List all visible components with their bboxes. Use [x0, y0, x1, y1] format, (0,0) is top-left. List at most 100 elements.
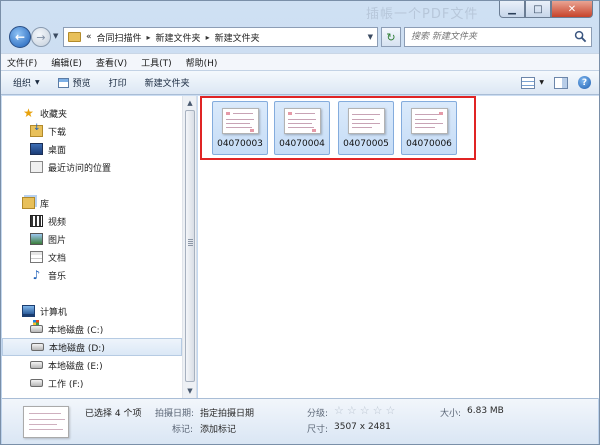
- nav-item-documents[interactable]: 文档: [2, 248, 182, 266]
- rating-stars[interactable]: ☆ ☆ ☆ ☆ ☆: [334, 405, 396, 416]
- chevron-right-icon[interactable]: ▸: [147, 33, 151, 42]
- maximize-button[interactable]: □: [525, 1, 551, 18]
- address-bar[interactable]: « 合同扫描件 ▸ 新建文件夹 ▸ 新建文件夹 ▼: [63, 27, 378, 47]
- nav-favorites[interactable]: ★ 收藏夹: [2, 104, 182, 122]
- forward-button[interactable]: →: [31, 27, 51, 47]
- tags-value[interactable]: 添加标记: [200, 422, 236, 435]
- image-thumbnail-icon: [222, 108, 259, 134]
- nav-item-music[interactable]: ♪ 音乐: [2, 266, 182, 284]
- title-watermark: 插帳一个PDF文件: [366, 7, 479, 22]
- file-name: 04070003: [217, 139, 263, 149]
- file-item[interactable]: 04070005: [338, 101, 394, 155]
- file-name: 04070005: [343, 139, 389, 149]
- nav-item-drive-c[interactable]: 本地磁盘 (C:): [2, 320, 182, 338]
- scroll-up-icon[interactable]: ▲: [183, 96, 196, 110]
- desktop-icon: [30, 143, 43, 155]
- file-name: 04070006: [406, 139, 452, 149]
- date-taken-key: 拍摄日期:: [155, 409, 195, 419]
- nav-item-label: 图片: [48, 235, 67, 246]
- toolbar-right: ▼ ?: [521, 76, 591, 89]
- pictures-icon: [30, 233, 43, 245]
- address-row: ← → ▼ « 合同扫描件 ▸ 新建文件夹 ▸ 新建文件夹 ▼ ↻: [1, 23, 599, 51]
- breadcrumb-2[interactable]: 新建文件夹: [156, 31, 201, 44]
- file-list[interactable]: 04070003 04070004 04070005 04070006: [198, 96, 599, 398]
- preview-pane-icon[interactable]: [554, 76, 568, 89]
- system-drive-icon: [30, 320, 43, 333]
- scroll-down-icon[interactable]: ▼: [183, 384, 196, 398]
- nav-item-desktop[interactable]: 桌面: [2, 140, 182, 158]
- nav-item-downloads[interactable]: 下载: [2, 122, 182, 140]
- menu-tools[interactable]: 工具(T): [141, 56, 172, 69]
- title-bar[interactable]: 插帳一个PDF文件 ▁ □ ✕: [1, 1, 599, 22]
- image-thumbnail-icon: [348, 108, 385, 134]
- nav-item-pictures[interactable]: 图片: [2, 230, 182, 248]
- nav-item-label: 本地磁盘 (D:): [49, 343, 105, 354]
- nav-item-drive-e[interactable]: 本地磁盘 (E:): [2, 356, 182, 374]
- nav-item-recent[interactable]: 最近访问的位置: [2, 158, 182, 176]
- nav-scrollbar[interactable]: ▲ ▼: [182, 96, 196, 398]
- menu-help[interactable]: 帮助(H): [186, 56, 218, 69]
- address-overflow[interactable]: «: [86, 32, 92, 42]
- command-bar: 组织 ▼ 预览 打印 新建文件夹 ▼ ?: [1, 70, 599, 95]
- preview-icon: [57, 77, 69, 88]
- new-folder-button[interactable]: 新建文件夹: [145, 76, 190, 89]
- file-item[interactable]: 04070004: [274, 101, 330, 155]
- date-taken-value[interactable]: 指定拍摄日期: [200, 406, 254, 419]
- menu-view[interactable]: 查看(V): [96, 56, 127, 69]
- back-button[interactable]: ←: [9, 26, 31, 48]
- search-input[interactable]: [405, 28, 570, 46]
- nav-item-videos[interactable]: 视频: [2, 212, 182, 230]
- chevron-down-icon: ▼: [35, 79, 40, 86]
- minimize-button[interactable]: ▁: [499, 1, 525, 18]
- print-button[interactable]: 打印: [109, 76, 127, 89]
- drive-icon: [30, 379, 43, 387]
- address-dropdown-icon[interactable]: ▼: [368, 33, 373, 41]
- nav-item-label: 下载: [48, 127, 67, 138]
- nav-item-drive-f[interactable]: 工作 (F:): [2, 374, 182, 392]
- forward-arrow-icon: →: [36, 30, 46, 44]
- organize-label: 组织: [13, 79, 32, 89]
- maximize-icon: □: [533, 3, 543, 15]
- recent-pages-dropdown[interactable]: ▼: [53, 32, 58, 40]
- view-dropdown-icon[interactable]: ▼: [539, 79, 544, 86]
- size-key: 大小:: [440, 409, 462, 419]
- search-icon[interactable]: [574, 30, 587, 43]
- documents-icon: [30, 251, 43, 263]
- breadcrumb-1[interactable]: 合同扫描件: [97, 31, 142, 44]
- library-icon: [22, 197, 35, 209]
- change-view-icon[interactable]: [521, 76, 536, 89]
- nav-item-label: 本地磁盘 (E:): [48, 361, 103, 372]
- star-icon[interactable]: ☆: [360, 405, 370, 416]
- preview-button[interactable]: 预览: [57, 76, 91, 89]
- nav-item-label: 本地磁盘 (C:): [48, 325, 104, 336]
- minimize-icon: ▁: [508, 3, 516, 15]
- nav-item-label: 音乐: [48, 271, 67, 282]
- new-folder-label: 新建文件夹: [144, 79, 190, 89]
- preview-label: 预览: [72, 79, 91, 89]
- nav-libraries[interactable]: 库: [2, 194, 182, 212]
- star-icon: ★: [23, 106, 34, 120]
- search-box[interactable]: [404, 27, 592, 47]
- nav-item-label: 文档: [48, 253, 67, 264]
- image-thumbnail-icon: [284, 108, 321, 134]
- file-item[interactable]: 04070003: [212, 101, 268, 155]
- chevron-right-icon[interactable]: ▸: [206, 33, 210, 42]
- menu-edit[interactable]: 编辑(E): [51, 56, 82, 69]
- scrollbar-thumb[interactable]: [185, 110, 195, 382]
- organize-button[interactable]: 组织 ▼: [13, 76, 40, 89]
- refresh-button[interactable]: ↻: [381, 27, 401, 47]
- nav-computer-label: 计算机: [40, 307, 68, 318]
- close-button[interactable]: ✕: [551, 1, 593, 18]
- nav-item-label: 桌面: [48, 145, 67, 156]
- help-icon[interactable]: ?: [578, 76, 591, 89]
- nav-item-drive-d[interactable]: 本地磁盘 (D:): [2, 338, 182, 356]
- star-icon[interactable]: ☆: [334, 405, 344, 416]
- explorer-window: 插帳一个PDF文件 ▁ □ ✕ ← → ▼ « 合同扫描件 ▸ 新建文件夹 ▸ …: [0, 0, 600, 445]
- nav-computer[interactable]: 计算机: [2, 302, 182, 320]
- file-item[interactable]: 04070006: [401, 101, 457, 155]
- menu-file[interactable]: 文件(F): [7, 56, 37, 69]
- star-icon[interactable]: ☆: [347, 405, 357, 416]
- breadcrumb-3[interactable]: 新建文件夹: [215, 31, 260, 44]
- star-icon[interactable]: ☆: [373, 405, 383, 416]
- star-icon[interactable]: ☆: [386, 405, 396, 416]
